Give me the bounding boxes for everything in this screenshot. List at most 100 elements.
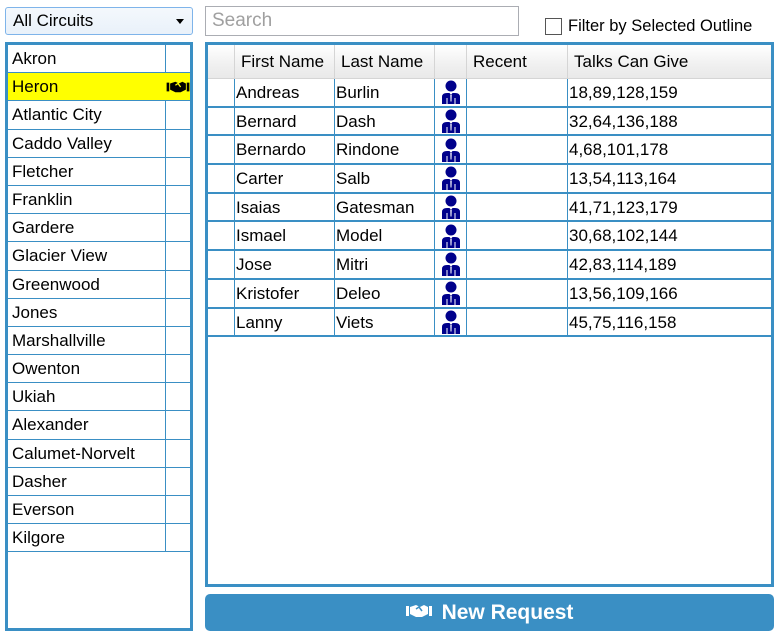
circuit-item[interactable]: Alexander (8, 411, 190, 440)
circuit-name: Glacier View (8, 242, 166, 270)
talks-can-give-cell: 13,54,113,164 (569, 169, 677, 189)
grid-body: Andreas Burlin 18,89,128,159 Bernard Dash 3… (208, 79, 771, 338)
circuit-mark-cell (166, 101, 190, 128)
circuit-name: Owenton (8, 355, 166, 383)
first-name-cell: Isaias (235, 193, 335, 221)
last-name-cell: Burlin (335, 79, 435, 106)
row-selector-cell[interactable] (208, 251, 235, 278)
talks-can-give-cell: 30,68,102,144 (569, 226, 678, 246)
circuit-item[interactable]: Akron (8, 45, 190, 74)
table-row[interactable]: Carter Salb 13,54,113,164 (208, 165, 771, 194)
circuit-item[interactable]: Calumet-Norvelt (8, 439, 190, 468)
circuit-mark-cell (166, 468, 190, 495)
circuit-mark-cell (166, 45, 190, 72)
person-suit-icon (435, 136, 467, 164)
last-name-cell: Viets (335, 308, 435, 336)
circuit-mark-cell (166, 327, 190, 354)
row-selector-cell[interactable] (208, 279, 235, 307)
person-suit-icon (435, 251, 467, 278)
talks-can-give-cell: 42,83,114,189 (569, 255, 677, 275)
circuit-name: Alexander (8, 411, 166, 439)
new-request-button[interactable]: New Request (205, 594, 774, 631)
person-suit-icon (435, 308, 467, 336)
handshake-icon (405, 603, 432, 622)
last-name-cell: Rindone (335, 136, 435, 164)
row-selector-cell[interactable] (208, 136, 235, 164)
circuit-item[interactable]: Ukiah (8, 383, 190, 412)
checkbox-box[interactable] (545, 18, 562, 35)
circuit-mark-cell (166, 383, 190, 410)
header-last-name[interactable]: Last Name (335, 45, 435, 78)
circuit-item[interactable]: Atlantic City (8, 101, 190, 130)
person-suit-icon (435, 107, 467, 135)
last-name-cell: Salb (335, 165, 435, 192)
row-selector-cell[interactable] (208, 79, 235, 106)
talks-can-give-cell: 13,56,109,166 (569, 283, 678, 303)
circuit-name: Kilgore (8, 524, 166, 552)
talks-can-give-cell: 4,68,101,178 (569, 140, 669, 160)
speakers-grid: First Name Last Name Recent Talks Can Gi… (205, 42, 774, 587)
circuit-mark-cell (166, 242, 190, 269)
circuit-item[interactable]: Dasher (8, 467, 190, 496)
table-row[interactable]: Andreas Burlin 18,89,128,159 (208, 79, 771, 108)
circuit-item[interactable]: Fletcher (8, 157, 190, 186)
header-recent[interactable]: Recent (467, 45, 568, 78)
filter-by-outline-checkbox[interactable]: Filter by Selected Outline (545, 17, 752, 36)
table-row[interactable]: Lanny Viets 45,75,116,158 (208, 308, 771, 338)
circuit-name: Fletcher (8, 157, 166, 185)
row-selector-cell[interactable] (208, 222, 235, 250)
last-name-cell: Model (335, 222, 435, 250)
circuit-mark-cell (166, 186, 190, 213)
row-selector-cell[interactable] (208, 193, 235, 221)
circuit-item[interactable]: Heron (8, 73, 190, 102)
circuit-item[interactable]: Glacier View (8, 242, 190, 271)
header-talks-can-give[interactable]: Talks Can Give (568, 45, 771, 78)
table-row[interactable]: Bernardo Rindone 4,68,101,178 (208, 136, 771, 166)
search-input[interactable] (205, 6, 519, 36)
last-name-cell: Dash (335, 107, 435, 135)
table-row[interactable]: Kristofer Deleo 13,56,109,166 (208, 279, 771, 309)
circuit-mark-cell (166, 158, 190, 185)
circuit-item[interactable]: Marshallville (8, 326, 190, 356)
recent-cell (467, 79, 568, 106)
circuit-name: Calumet-Norvelt (8, 439, 166, 467)
circuit-mark-cell (166, 440, 190, 467)
circuit-mark-cell (166, 496, 190, 523)
first-name-cell: Bernardo (235, 136, 335, 164)
last-name-cell: Mitri (335, 251, 435, 278)
person-suit-icon (435, 79, 467, 106)
recent-cell (467, 308, 568, 336)
recent-cell (467, 193, 568, 221)
circuit-item[interactable]: Everson (8, 496, 190, 525)
grid-header: First Name Last Name Recent Talks Can Gi… (208, 45, 771, 79)
circuit-name: Greenwood (8, 270, 166, 298)
table-row[interactable]: Jose Mitri 42,83,114,189 (208, 251, 771, 280)
table-row[interactable]: Ismael Model 30,68,102,144 (208, 222, 771, 252)
circuit-item[interactable]: Franklin (8, 185, 190, 215)
table-row[interactable]: Isaias Gatesman 41,71,123,179 (208, 193, 771, 223)
row-selector-cell[interactable] (208, 107, 235, 135)
circuit-item[interactable]: Gardere (8, 214, 190, 243)
circuit-name: Atlantic City (8, 101, 166, 129)
header-first-name[interactable]: First Name (235, 45, 335, 78)
circuit-mark-cell (166, 299, 190, 326)
talks-can-give-cell: 41,71,123,179 (569, 197, 678, 217)
first-name-cell: Andreas (235, 79, 335, 106)
row-selector-cell[interactable] (208, 165, 235, 192)
table-row[interactable]: Bernard Dash 32,64,136,188 (208, 107, 771, 137)
circuit-item[interactable]: Jones (8, 298, 190, 327)
circuit-mark-cell (166, 271, 190, 298)
header-row-selector[interactable] (208, 45, 235, 78)
talks-can-give-cell: 45,75,116,158 (569, 312, 677, 332)
recent-cell (467, 251, 568, 278)
circuit-name: Ukiah (8, 383, 166, 411)
circuit-item[interactable]: Greenwood (8, 270, 190, 299)
row-selector-cell[interactable] (208, 308, 235, 336)
header-icon-column[interactable] (435, 45, 467, 78)
circuit-list[interactable]: Akron Heron Atlantic City Caddo Valley Flet… (5, 42, 193, 631)
circuit-filter-dropdown[interactable]: All Circuits (5, 7, 193, 35)
circuit-item[interactable]: Owenton (8, 355, 190, 384)
first-name-cell: Bernard (235, 107, 335, 135)
circuit-item[interactable]: Kilgore (8, 524, 190, 553)
circuit-item[interactable]: Caddo Valley (8, 129, 190, 158)
